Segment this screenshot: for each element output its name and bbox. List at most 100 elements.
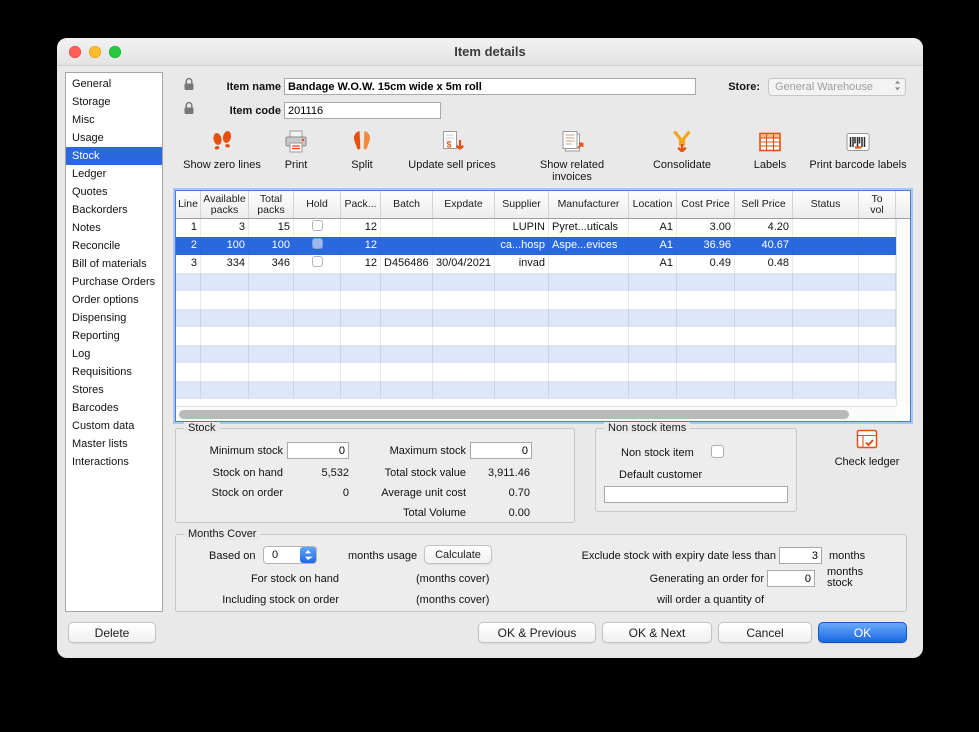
hold-checkbox[interactable] — [312, 256, 323, 267]
labels-button[interactable] — [755, 127, 785, 157]
horizontal-scrollbar-thumb[interactable] — [179, 410, 849, 419]
cell-hold — [294, 309, 341, 327]
months-cover-title: Months Cover — [184, 528, 260, 540]
cell-status — [793, 237, 859, 255]
item-code-input[interactable] — [284, 102, 441, 119]
store-label: Store: — [707, 81, 760, 93]
show-zero-lines-button[interactable] — [207, 127, 237, 157]
column-header-available-packs[interactable]: Available packs — [201, 191, 249, 218]
column-header-supplier[interactable]: Supplier — [495, 191, 549, 218]
column-header-sell-price[interactable]: Sell Price — [735, 191, 793, 218]
cell-manufacturer — [549, 327, 629, 345]
column-header-pack[interactable]: Pack... — [341, 191, 381, 218]
print-button[interactable] — [281, 127, 311, 157]
non-stock-item-checkbox[interactable] — [711, 445, 724, 458]
print-barcode-labels-button[interactable] — [843, 127, 873, 157]
cell-pack — [341, 327, 381, 345]
ok-previous-button[interactable]: OK & Previous — [478, 622, 596, 643]
based-on-select[interactable]: 0 — [263, 546, 317, 564]
cell-manufacturer — [549, 345, 629, 363]
column-header-manufacturer[interactable]: Manufacturer — [549, 191, 629, 218]
ok-button[interactable]: OK — [818, 622, 907, 643]
column-header-cost-price[interactable]: Cost Price — [677, 191, 735, 218]
close-window-button[interactable] — [69, 46, 81, 58]
cell-status — [793, 327, 859, 345]
consolidate-button[interactable] — [667, 127, 697, 157]
cell-expdate — [433, 381, 495, 399]
sidebar-item-reporting[interactable]: Reporting — [66, 327, 162, 345]
item-name-input[interactable] — [284, 78, 696, 95]
delete-button[interactable]: Delete — [68, 622, 156, 643]
sidebar-item-general[interactable]: General — [66, 75, 162, 93]
sidebar-item-backorders[interactable]: Backorders — [66, 201, 162, 219]
column-header-location[interactable]: Location — [629, 191, 677, 218]
sidebar-item-stores[interactable]: Stores — [66, 381, 162, 399]
hold-checkbox[interactable] — [312, 238, 323, 249]
sidebar-item-log[interactable]: Log — [66, 345, 162, 363]
cell-total-packs — [249, 363, 294, 381]
exclude-expiry-label: Exclude stock with expiry date less than — [556, 550, 776, 562]
cell-pack: 12 — [341, 219, 381, 237]
zoom-window-button[interactable] — [109, 46, 121, 58]
store-select[interactable]: General Warehouse — [768, 78, 906, 96]
based-on-label: Based on — [209, 550, 255, 562]
cell-sell-price — [735, 363, 793, 381]
show-related-invoices-button[interactable] — [557, 127, 587, 157]
split-button[interactable] — [347, 127, 377, 157]
cell-batch — [381, 237, 433, 255]
column-header-to-vol[interactable]: To vol — [859, 191, 896, 218]
column-header-status[interactable]: Status — [793, 191, 859, 218]
column-header-total-packs[interactable]: Total packs — [249, 191, 294, 218]
total-volume-value: 0.00 — [470, 507, 530, 519]
hold-checkbox[interactable] — [312, 220, 323, 231]
sidebar-item-requisitions[interactable]: Requisitions — [66, 363, 162, 381]
stock-line-row-2[interactable]: 210010012ca...hospAspe...evicesA136.9640… — [176, 237, 910, 255]
average-unit-cost-value: 0.70 — [470, 487, 530, 499]
cell-manufacturer — [549, 291, 629, 309]
generating-order-input[interactable] — [767, 570, 815, 587]
cell-manufacturer — [549, 363, 629, 381]
sidebar-item-dispensing[interactable]: Dispensing — [66, 309, 162, 327]
cell-location — [629, 327, 677, 345]
stock-line-row-3[interactable]: 333434612D45648630/04/2021invadA10.490.4… — [176, 255, 910, 273]
ok-next-button[interactable]: OK & Next — [602, 622, 712, 643]
cell-location: A1 — [629, 255, 677, 273]
cell-batch: D456486 — [381, 255, 433, 273]
column-header-hold[interactable]: Hold — [294, 191, 341, 218]
vertical-scrollbar[interactable] — [896, 219, 910, 406]
sidebar-item-bill-of-materials[interactable]: Bill of materials — [66, 255, 162, 273]
table-body: 131512LUPINPyret...uticalsA13.004.202100… — [176, 219, 910, 399]
cell-status — [793, 345, 859, 363]
stock-line-row-1[interactable]: 131512LUPINPyret...uticalsA13.004.20 — [176, 219, 910, 237]
maximum-stock-input[interactable] — [470, 442, 532, 459]
sidebar-item-barcodes[interactable]: Barcodes — [66, 399, 162, 417]
sidebar-item-storage[interactable]: Storage — [66, 93, 162, 111]
column-header-batch[interactable]: Batch — [381, 191, 433, 218]
check-ledger-button[interactable] — [854, 427, 880, 453]
default-customer-input[interactable] — [604, 486, 788, 503]
column-header-line[interactable]: Line — [176, 191, 201, 218]
sidebar-item-reconcile[interactable]: Reconcile — [66, 237, 162, 255]
sidebar-item-order-options[interactable]: Order options — [66, 291, 162, 309]
sidebar-item-notes[interactable]: Notes — [66, 219, 162, 237]
minimum-stock-input[interactable] — [287, 442, 349, 459]
calculate-button[interactable]: Calculate — [424, 545, 492, 564]
sidebar-item-interactions[interactable]: Interactions — [66, 453, 162, 471]
cell-available-packs — [201, 363, 249, 381]
cancel-button[interactable]: Cancel — [718, 622, 812, 643]
titlebar: Item details — [57, 38, 923, 66]
sidebar-item-purchase-orders[interactable]: Purchase Orders — [66, 273, 162, 291]
column-header-expdate[interactable]: Expdate — [433, 191, 495, 218]
item-code-lock-icon[interactable] — [182, 101, 196, 116]
sidebar-item-master-lists[interactable]: Master lists — [66, 435, 162, 453]
cell-expdate — [433, 237, 495, 255]
minimize-window-button[interactable] — [89, 46, 101, 58]
horizontal-scrollbar[interactable] — [176, 406, 896, 421]
cell-available-packs: 3 — [201, 219, 249, 237]
split-label: Split — [337, 159, 387, 171]
sidebar-item-custom-data[interactable]: Custom data — [66, 417, 162, 435]
update-sell-prices-button[interactable]: $ — [437, 127, 467, 157]
cell-location: A1 — [629, 219, 677, 237]
exclude-expiry-input[interactable] — [779, 547, 822, 564]
item-name-lock-icon[interactable] — [182, 77, 196, 92]
